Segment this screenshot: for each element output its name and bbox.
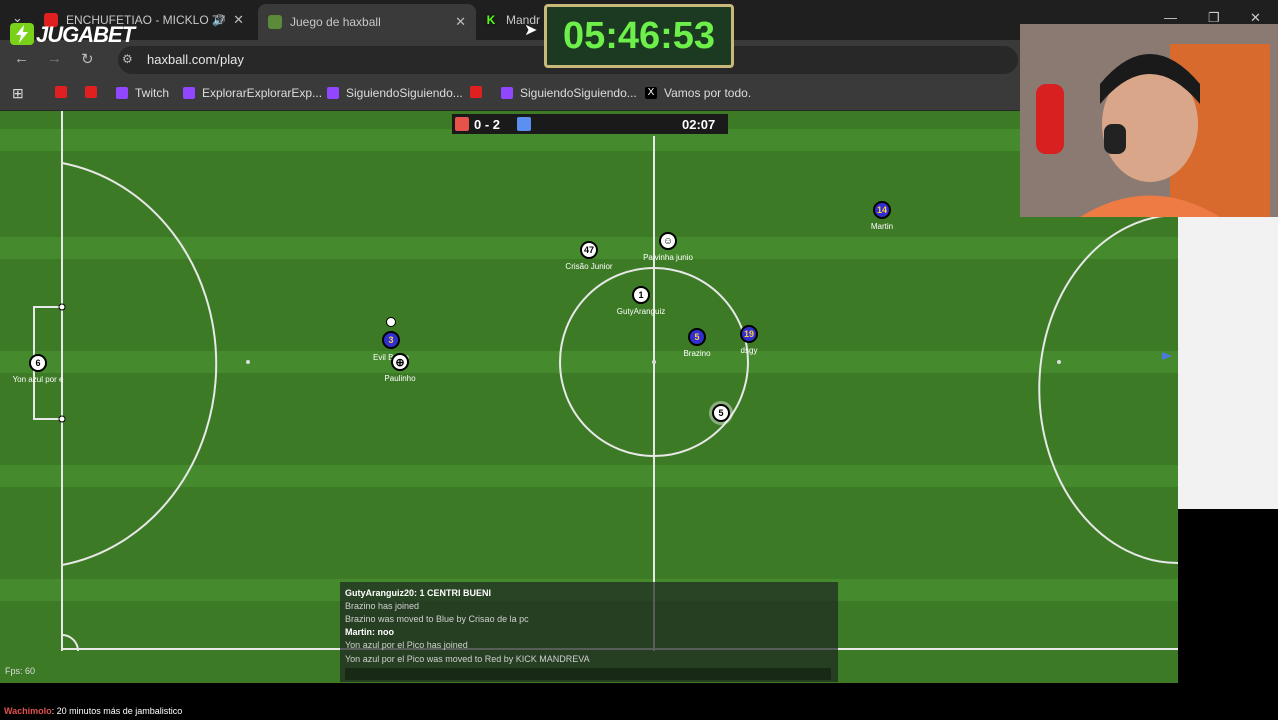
twitch-icon xyxy=(501,87,513,99)
player-name: Brazino xyxy=(683,349,711,358)
player-name: Martin xyxy=(870,222,894,231)
player-name: dsgy xyxy=(740,346,758,355)
twitch-icon xyxy=(183,87,195,99)
chat-message: GutyAranguiz20: 1 CENTRI BUENI xyxy=(345,588,492,598)
reload-icon[interactable]: ↻ xyxy=(81,50,94,68)
chat-message: Martin: noo xyxy=(345,627,394,637)
chat-message: Brazino has joined xyxy=(345,601,420,611)
bookmark-youtube-1[interactable] xyxy=(55,86,74,98)
bookmark-siguiendo-1[interactable]: SiguiendoSiguiendo... xyxy=(327,86,463,100)
player-avatar-target-icon: ⊕ xyxy=(391,353,409,371)
player-emoji-icon: ☺ xyxy=(659,232,677,250)
chat-message: Yon azul por el Pico was moved to Red by… xyxy=(345,654,590,664)
haxball-icon xyxy=(268,15,282,29)
player-3: 3 xyxy=(382,331,400,349)
url-text: haxball.com/play xyxy=(147,52,244,67)
player-5-blue: 5 xyxy=(688,328,706,346)
youtube-icon xyxy=(470,86,482,98)
blue-team-icon xyxy=(517,117,531,131)
side-panel xyxy=(1178,217,1278,509)
webcam-feed xyxy=(1020,24,1278,217)
ball xyxy=(386,317,396,327)
bookmark-siguiendo-2[interactable]: SiguiendoSiguiendo... xyxy=(501,86,637,100)
bookmark-youtube-2[interactable] xyxy=(85,86,104,98)
chat-input[interactable] xyxy=(345,668,831,680)
streamer-webcam-image xyxy=(1020,24,1278,217)
bookmark-vamos[interactable]: X Vamos por todo. xyxy=(645,86,751,100)
player-name: Paivinha junio xyxy=(643,253,693,262)
bookmark-explorar[interactable]: ExplorarExplorarExp... xyxy=(183,86,322,100)
site-info-icon[interactable]: ⚙ xyxy=(122,52,133,66)
bookmark-youtube-3[interactable] xyxy=(470,86,489,98)
close-tab-icon[interactable]: ✕ xyxy=(233,12,244,28)
player-14: 14 xyxy=(873,201,891,219)
player-6: 6 xyxy=(29,354,47,372)
audio-icon[interactable]: 🔊 xyxy=(212,14,226,27)
x-icon: X xyxy=(645,87,657,99)
twitch-icon xyxy=(327,87,339,99)
player-5-white: 5 xyxy=(712,404,730,422)
forward-icon[interactable]: → xyxy=(47,50,62,67)
apps-grid-icon[interactable]: ⊞ xyxy=(12,85,24,102)
youtube-icon xyxy=(55,86,67,98)
red-team-icon xyxy=(455,117,469,131)
player-name: Yon azul por e xyxy=(12,375,64,384)
bookmark-twitch[interactable]: Twitch xyxy=(116,86,169,100)
kick-icon: K xyxy=(484,13,498,27)
player-name: Crisão Junior xyxy=(565,262,613,271)
score: 0 - 2 xyxy=(474,117,501,132)
tab-haxball[interactable]: Juego de haxball ✕ xyxy=(258,4,476,40)
close-tab-icon[interactable]: ✕ xyxy=(455,14,466,30)
player-name: Paulinho xyxy=(384,374,416,383)
chat-message: Yon azul por el Pico has joined xyxy=(345,640,468,650)
player-name: GutyAranguiz xyxy=(616,307,666,316)
twitch-icon xyxy=(116,87,128,99)
chat-ticker: Wachimolo: 20 minutos más de jambalistic… xyxy=(4,706,183,716)
sponsor-logo: JUGABET xyxy=(10,22,152,47)
minimize-icon[interactable]: — xyxy=(1164,10,1177,25)
back-icon[interactable]: ← xyxy=(14,50,29,67)
fps-counter: Fps: 60 xyxy=(5,666,36,676)
match-clock: 02:07 xyxy=(682,117,716,132)
player-47: 47 xyxy=(580,241,598,259)
youtube-icon xyxy=(85,86,97,98)
chat-message: Brazino was moved to Blue by Crisao de l… xyxy=(345,614,529,624)
stream-timer: 05:46:53 xyxy=(544,4,734,68)
player-1: 1 xyxy=(632,286,650,304)
mouse-cursor-icon: ➤ xyxy=(524,22,538,39)
lightning-bolt-icon xyxy=(10,23,34,45)
player-19: 19 xyxy=(740,325,758,343)
